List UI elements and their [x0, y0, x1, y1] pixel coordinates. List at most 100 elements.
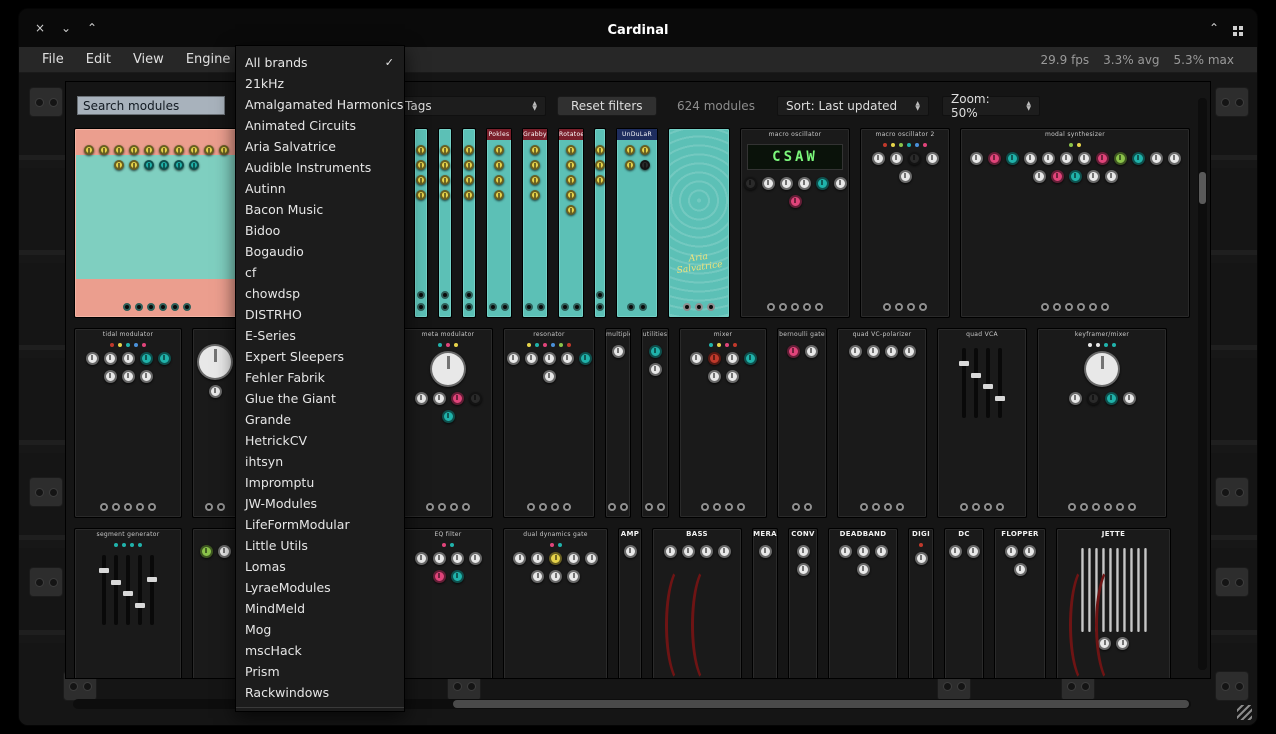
port-jack[interactable]	[620, 503, 628, 511]
knob[interactable]	[579, 352, 592, 365]
module-panel[interactable]: keyframer/mixer	[1037, 328, 1167, 518]
knob[interactable]	[908, 152, 921, 165]
slider[interactable]	[986, 348, 990, 418]
knob[interactable]	[797, 545, 810, 558]
module-panel[interactable]: meta modulator	[403, 328, 493, 518]
module-panel[interactable]	[462, 128, 476, 318]
knob[interactable]	[640, 160, 650, 170]
knob[interactable]	[1069, 170, 1082, 183]
port-jack[interactable]	[791, 303, 799, 311]
big-knob[interactable]	[430, 351, 466, 387]
knob[interactable]	[433, 570, 446, 583]
port-jack[interactable]	[1104, 503, 1112, 511]
port-jack[interactable]	[441, 303, 449, 311]
vertical-scrollbar[interactable]	[1198, 98, 1207, 670]
module-panel[interactable]: MERA	[752, 528, 778, 678]
brand-menu-item[interactable]: cf	[236, 262, 404, 283]
knob[interactable]	[816, 177, 829, 190]
knob[interactable]	[159, 160, 169, 170]
knob[interactable]	[158, 352, 171, 365]
knob[interactable]	[1006, 152, 1019, 165]
knob[interactable]	[464, 190, 474, 200]
knob[interactable]	[718, 545, 731, 558]
knob[interactable]	[543, 352, 556, 365]
knob[interactable]	[1087, 170, 1100, 183]
brand-menu-item[interactable]: All brands✓	[236, 52, 404, 73]
brand-menu-item[interactable]: Animated Circuits	[236, 115, 404, 136]
module-panel[interactable]: quad VC-polarizer	[837, 328, 927, 518]
knob[interactable]	[1042, 152, 1055, 165]
knob[interactable]	[531, 570, 544, 583]
knob[interactable]	[624, 545, 637, 558]
knob[interactable]	[415, 392, 428, 405]
knob[interactable]	[129, 160, 139, 170]
module-panel[interactable]: UnDuLaR	[616, 128, 658, 318]
knob[interactable]	[530, 175, 540, 185]
module-panel[interactable]: mixer	[679, 328, 767, 518]
knob[interactable]	[839, 545, 852, 558]
slider[interactable]	[962, 348, 966, 418]
knob[interactable]	[114, 145, 124, 155]
knob[interactable]	[1078, 152, 1091, 165]
knob[interactable]	[464, 175, 474, 185]
port-jack[interactable]	[919, 303, 927, 311]
zoom-select[interactable]: Zoom: 50% ▲▼	[942, 96, 1040, 116]
knob[interactable]	[442, 410, 455, 423]
port-jack[interactable]	[1077, 303, 1085, 311]
port-jack[interactable]	[639, 303, 647, 311]
brand-menu-item[interactable]: Rackwindows	[236, 682, 404, 703]
knob[interactable]	[415, 552, 428, 565]
port-jack[interactable]	[707, 303, 715, 311]
brand-menu-item[interactable]: Bidoo	[236, 220, 404, 241]
vertical-scrollbar-thumb[interactable]	[1199, 172, 1206, 204]
port-jack[interactable]	[701, 503, 709, 511]
brand-menu-item[interactable]: Prism	[236, 661, 404, 682]
module-panel[interactable]: BASS	[652, 528, 742, 678]
knob[interactable]	[566, 160, 576, 170]
collapse-icon[interactable]: ⌃	[1209, 21, 1219, 35]
port-jack[interactable]	[450, 503, 458, 511]
knob[interactable]	[440, 145, 450, 155]
knob[interactable]	[566, 175, 576, 185]
module-panel[interactable]: utilities	[641, 328, 669, 518]
port-jack[interactable]	[1089, 303, 1097, 311]
module-panel[interactable]	[192, 328, 238, 518]
module-panel[interactable]: AMP	[618, 528, 642, 678]
brand-menu-item[interactable]: Bogaudio	[236, 241, 404, 262]
knob[interactable]	[1168, 152, 1181, 165]
knob[interactable]	[1132, 152, 1145, 165]
menubar-item-view[interactable]: View	[122, 52, 175, 67]
knob[interactable]	[566, 145, 576, 155]
knob[interactable]	[469, 552, 482, 565]
knob[interactable]	[530, 190, 540, 200]
knob[interactable]	[451, 570, 464, 583]
port-jack[interactable]	[872, 503, 880, 511]
port-jack[interactable]	[551, 503, 559, 511]
module-panel[interactable]: Pokles	[486, 128, 512, 318]
knob[interactable]	[988, 152, 1001, 165]
knob[interactable]	[1116, 637, 1129, 650]
module-panel[interactable]: Grabby	[522, 128, 548, 318]
knob[interactable]	[513, 552, 526, 565]
brand-menu-item[interactable]: Impromptu	[236, 472, 404, 493]
knob[interactable]	[494, 145, 504, 155]
port-jack[interactable]	[713, 503, 721, 511]
port-jack[interactable]	[527, 503, 535, 511]
port-jack[interactable]	[1053, 303, 1061, 311]
knob[interactable]	[970, 152, 983, 165]
knob[interactable]	[104, 370, 117, 383]
port-jack[interactable]	[779, 303, 787, 311]
knob[interactable]	[1114, 152, 1127, 165]
port-jack[interactable]	[465, 303, 473, 311]
knob[interactable]	[612, 345, 625, 358]
port-jack[interactable]	[112, 503, 120, 511]
knob[interactable]	[494, 175, 504, 185]
knob[interactable]	[416, 160, 426, 170]
horizontal-scrollbar-thumb[interactable]	[453, 700, 1189, 708]
knob[interactable]	[664, 545, 677, 558]
port-jack[interactable]	[441, 291, 449, 299]
knob[interactable]	[1023, 545, 1036, 558]
port-jack[interactable]	[1116, 503, 1124, 511]
module-panel[interactable]: FLOPPER	[994, 528, 1046, 678]
knob[interactable]	[1105, 170, 1118, 183]
